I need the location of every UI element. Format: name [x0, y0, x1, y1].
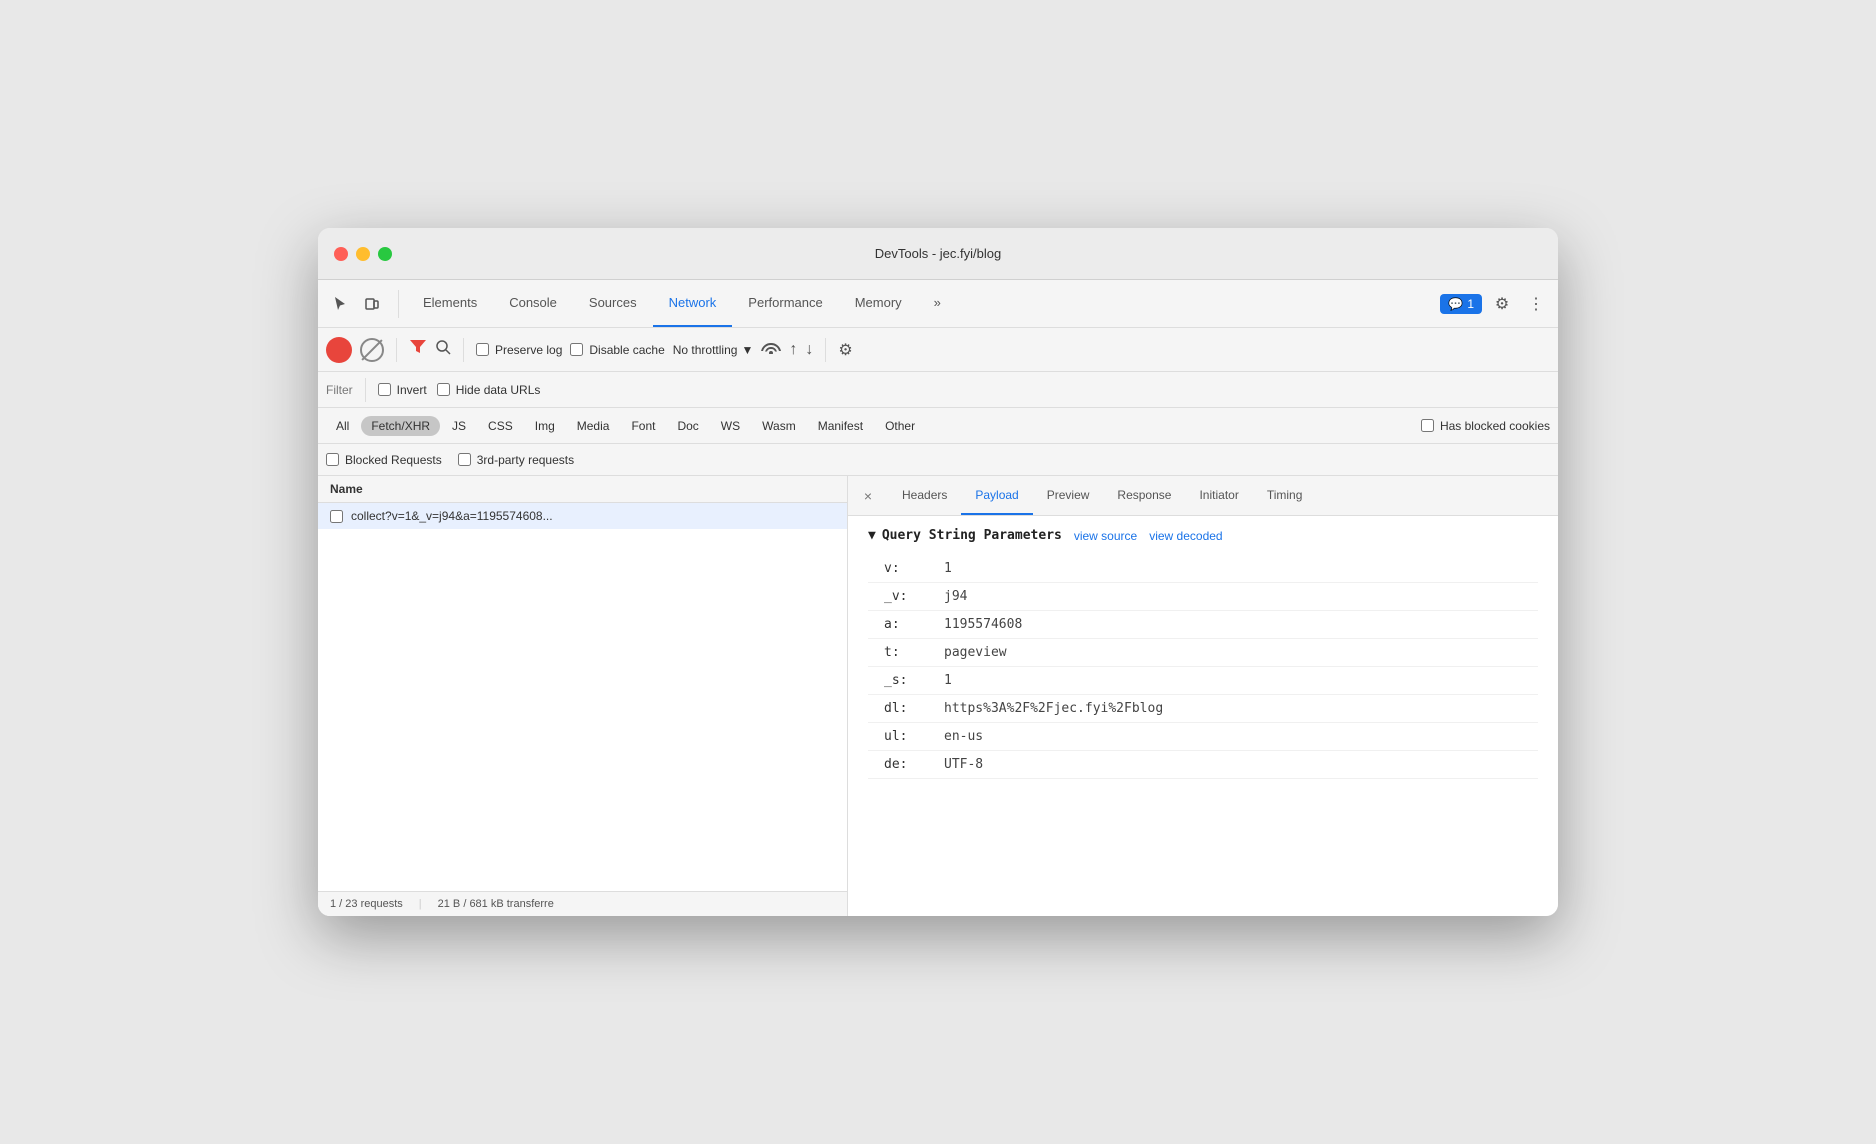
detail-tab-timing[interactable]: Timing: [1253, 476, 1317, 515]
filter-wasm[interactable]: Wasm: [752, 416, 806, 436]
detail-tab-response[interactable]: Response: [1103, 476, 1185, 515]
filter-all[interactable]: All: [326, 416, 359, 436]
console-badge-button[interactable]: 💬 1: [1440, 294, 1482, 314]
filter-icon[interactable]: [409, 338, 427, 361]
detail-tabs: × Headers Payload Preview Response Initi…: [848, 476, 1558, 516]
traffic-lights: [334, 247, 392, 261]
filter-row: Filter Invert Hide data URLs: [318, 372, 1558, 408]
tab-memory[interactable]: Memory: [839, 280, 918, 327]
tab-performance[interactable]: Performance: [732, 280, 838, 327]
section-header: ▼ Query String Parameters view source vi…: [868, 528, 1538, 543]
filter-controls: Invert Hide data URLs: [378, 383, 541, 397]
param-row-_s: _s: 1: [868, 667, 1538, 695]
main-content: Name collect?v=1&_v=j94&a=1195574608... …: [318, 476, 1558, 916]
blocked-requests-checkbox[interactable]: Blocked Requests: [326, 453, 442, 467]
third-party-checkbox[interactable]: 3rd-party requests: [458, 453, 574, 467]
nav-tabs: Elements Console Sources Network Perform…: [407, 280, 1440, 327]
toolbar-right: 💬 1 ⚙ ⋮: [1440, 290, 1550, 318]
filter-fetch-xhr[interactable]: Fetch/XHR: [361, 416, 440, 436]
upload-icon[interactable]: ↑: [789, 341, 797, 359]
device-toolbar-icon[interactable]: [358, 290, 386, 318]
tab-elements[interactable]: Elements: [407, 280, 493, 327]
transfer-size: 21 B / 681 kB transferre: [438, 898, 554, 910]
status-bar: 1 / 23 requests | 21 B / 681 kB transfer…: [318, 891, 847, 916]
hide-data-urls-checkbox[interactable]: Hide data URLs: [437, 383, 541, 397]
clear-button[interactable]: [360, 338, 384, 362]
has-blocked-cookies-label: Has blocked cookies: [1421, 419, 1550, 433]
request-item[interactable]: collect?v=1&_v=j94&a=1195574608...: [318, 503, 847, 529]
filter-manifest[interactable]: Manifest: [808, 416, 873, 436]
separator: [396, 338, 397, 362]
has-blocked-cookies-checkbox[interactable]: [1421, 419, 1434, 432]
detail-tab-headers[interactable]: Headers: [888, 476, 961, 515]
filter-media[interactable]: Media: [567, 416, 620, 436]
invert-checkbox[interactable]: Invert: [378, 383, 427, 397]
param-row-_v: _v: j94: [868, 583, 1538, 611]
filter-other[interactable]: Other: [875, 416, 925, 436]
filter-ws[interactable]: WS: [711, 416, 750, 436]
separator3: [825, 338, 826, 362]
detail-tab-preview[interactable]: Preview: [1033, 476, 1104, 515]
close-button[interactable]: [334, 247, 348, 261]
settings-icon[interactable]: ⚙: [1488, 290, 1516, 318]
filter-img[interactable]: Img: [525, 416, 565, 436]
throttle-dropdown[interactable]: No throttling ▼: [673, 343, 754, 357]
detail-body[interactable]: ▼ Query String Parameters view source vi…: [848, 516, 1558, 916]
minimize-button[interactable]: [356, 247, 370, 261]
detail-tab-payload[interactable]: Payload: [961, 476, 1032, 515]
preserve-log-checkbox[interactable]: Preserve log: [476, 343, 562, 357]
network-settings-icon[interactable]: ⚙: [838, 340, 852, 360]
tab-console[interactable]: Console: [493, 280, 573, 327]
detail-panel: × Headers Payload Preview Response Initi…: [848, 476, 1558, 916]
separator2: [463, 338, 464, 362]
wifi-settings-icon[interactable]: [761, 340, 781, 359]
param-row-v: v: 1: [868, 555, 1538, 583]
devtools-window: DevTools - jec.fyi/blog Elements Console: [318, 228, 1558, 916]
search-icon[interactable]: [435, 339, 451, 360]
param-row-de: de: UTF-8: [868, 751, 1538, 779]
record-button[interactable]: [326, 337, 352, 363]
section-title: ▼ Query String Parameters: [868, 528, 1062, 543]
close-detail-button[interactable]: ×: [856, 484, 880, 508]
requests-count: 1 / 23 requests: [330, 898, 403, 910]
disable-cache-checkbox[interactable]: Disable cache: [570, 343, 664, 357]
param-row-dl: dl: https%3A%2F%2Fjec.fyi%2Fblog: [868, 695, 1538, 723]
window-title: DevTools - jec.fyi/blog: [875, 246, 1001, 261]
more-options-icon[interactable]: ⋮: [1522, 290, 1550, 318]
request-list-body[interactable]: collect?v=1&_v=j94&a=1195574608...: [318, 503, 847, 891]
request-list-header: Name: [318, 476, 847, 503]
tab-more[interactable]: »: [918, 280, 957, 327]
titlebar: DevTools - jec.fyi/blog: [318, 228, 1558, 280]
filter-css[interactable]: CSS: [478, 416, 523, 436]
download-icon[interactable]: ↓: [805, 341, 813, 359]
tab-sources[interactable]: Sources: [573, 280, 653, 327]
request-list-panel: Name collect?v=1&_v=j94&a=1195574608... …: [318, 476, 848, 916]
view-decoded-link[interactable]: view decoded: [1149, 529, 1222, 543]
tab-network[interactable]: Network: [653, 280, 733, 327]
request-name: collect?v=1&_v=j94&a=1195574608...: [351, 509, 553, 523]
maximize-button[interactable]: [378, 247, 392, 261]
filter-doc[interactable]: Doc: [667, 416, 708, 436]
view-source-link[interactable]: view source: [1074, 529, 1137, 543]
cursor-icon[interactable]: [326, 290, 354, 318]
param-row-a: a: 1195574608: [868, 611, 1538, 639]
filter-font[interactable]: Font: [621, 416, 665, 436]
filter-js[interactable]: JS: [442, 416, 476, 436]
param-row-t: t: pageview: [868, 639, 1538, 667]
param-row-ul: ul: en-us: [868, 723, 1538, 751]
main-toolbar: Elements Console Sources Network Perform…: [318, 280, 1558, 328]
filter-sep: [365, 378, 366, 402]
filter-label: Filter: [326, 383, 353, 397]
blocked-row: Blocked Requests 3rd-party requests: [318, 444, 1558, 476]
filter-type-row: All Fetch/XHR JS CSS Img Media Font Doc …: [318, 408, 1558, 444]
detail-tab-initiator[interactable]: Initiator: [1185, 476, 1252, 515]
toolbar-icons: [326, 290, 399, 318]
network-toolbar: Preserve log Disable cache No throttling…: [318, 328, 1558, 372]
request-checkbox[interactable]: [330, 510, 343, 523]
